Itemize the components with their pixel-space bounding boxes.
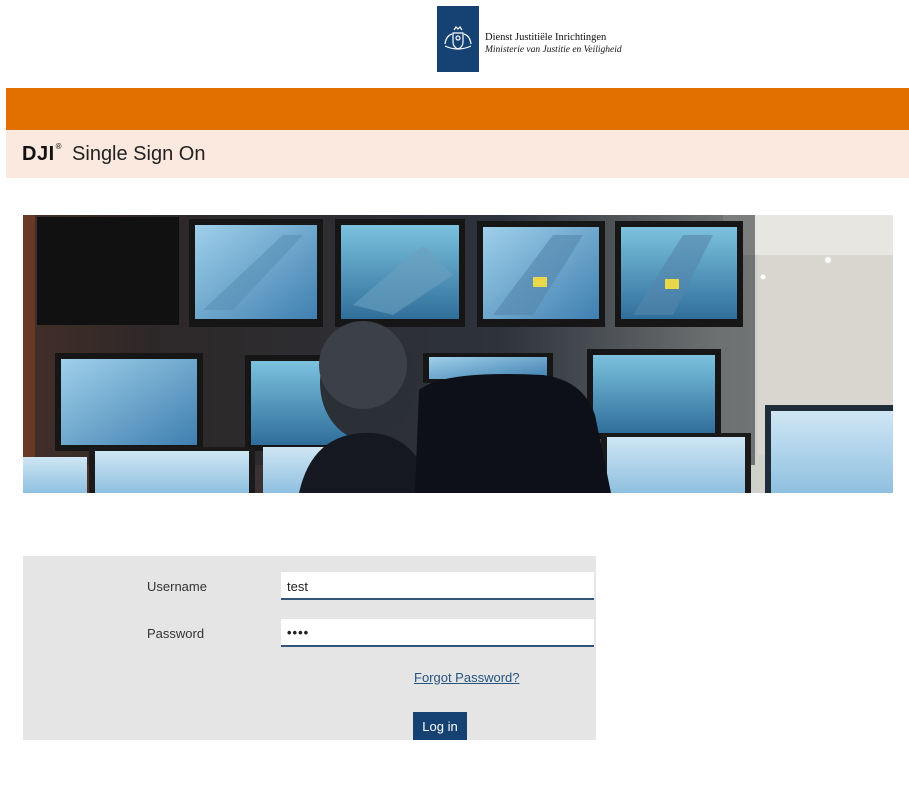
brand-name: DJI® bbox=[22, 141, 63, 165]
password-input[interactable]: •••• bbox=[281, 619, 594, 647]
username-label: Username bbox=[147, 579, 207, 594]
control-room-image bbox=[23, 215, 893, 493]
username-input[interactable] bbox=[281, 572, 594, 600]
title-bar: DJI® Single Sign On bbox=[6, 130, 909, 178]
orange-banner bbox=[6, 88, 909, 130]
login-button[interactable]: Log in bbox=[413, 712, 467, 740]
logo-line-ministry: Ministerie van Justitie en Veiligheid bbox=[485, 45, 622, 55]
password-label: Password bbox=[147, 626, 205, 641]
logo-line-organization: Dienst Justitiële Inrichtingen bbox=[485, 32, 607, 43]
dji-logo: Dienst Justitiële Inrichtingen Ministeri… bbox=[437, 6, 657, 72]
forgot-password-link[interactable]: Forgot Password? bbox=[414, 670, 520, 685]
login-form: Username Password •••• Forgot Password? … bbox=[23, 556, 596, 740]
registered-mark: ® bbox=[55, 141, 63, 151]
page-title: Single Sign On bbox=[72, 142, 206, 165]
coat-of-arms-icon bbox=[437, 6, 479, 72]
